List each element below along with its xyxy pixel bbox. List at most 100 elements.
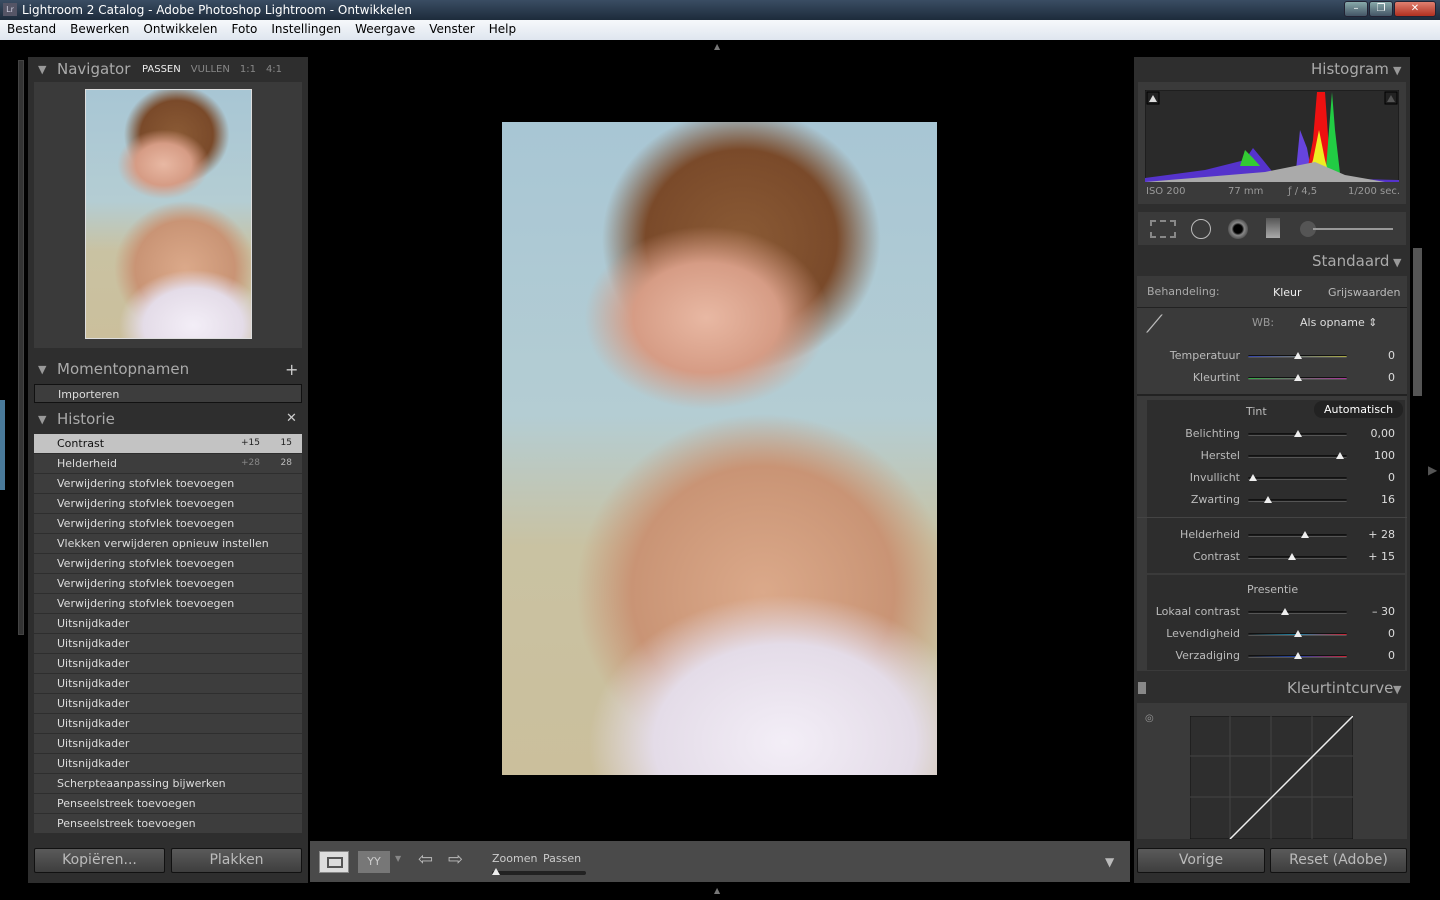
history-item[interactable]: Verwijdering stofvlek toevoegen: [34, 494, 302, 513]
auto-tone-button[interactable]: Automatisch: [1314, 401, 1404, 418]
slider-track[interactable]: [1248, 455, 1347, 458]
slider-thumb[interactable]: [1293, 630, 1302, 637]
right-panel-toggle[interactable]: ▶: [1428, 463, 1437, 477]
clear-history-icon[interactable]: ✕: [286, 411, 297, 426]
slider-thumb[interactable]: [1293, 374, 1302, 381]
history-item[interactable]: Uitsnijdkader: [34, 674, 302, 693]
collapse-icon[interactable]: ▼: [1393, 256, 1401, 269]
before-after-button[interactable]: YY: [358, 851, 390, 873]
menu-bestand[interactable]: Bestand: [7, 22, 56, 36]
graduated-filter-icon[interactable]: [1266, 218, 1280, 238]
collapse-icon[interactable]: ▼: [38, 413, 46, 426]
history-item[interactable]: Uitsnijdkader: [34, 654, 302, 673]
top-panel-toggle[interactable]: ▲: [714, 42, 720, 51]
slider-thumb[interactable]: [1336, 452, 1345, 459]
zoom-mode-4-1[interactable]: 4:1: [266, 64, 282, 75]
eyedropper-icon[interactable]: ⟋: [1146, 310, 1163, 338]
collapse-icon[interactable]: ▼: [38, 63, 46, 76]
slider-track[interactable]: [1248, 611, 1347, 614]
previous-arrow-icon[interactable]: ⇦: [418, 849, 433, 870]
next-arrow-icon[interactable]: ⇨: [448, 849, 463, 870]
slider-thumb[interactable]: [1293, 352, 1302, 359]
copy-button[interactable]: Kopiëren...: [34, 848, 165, 873]
history-item[interactable]: Verwijdering stofvlek toevoegen: [34, 514, 302, 533]
slider-value[interactable]: + 15: [1345, 550, 1395, 563]
menu-weergave[interactable]: Weergave: [355, 22, 415, 36]
slider-value[interactable]: 0: [1345, 349, 1395, 362]
collapse-icon[interactable]: ▼: [38, 363, 46, 376]
zoom-slider[interactable]: [492, 868, 586, 875]
collapse-icon[interactable]: ▼: [1393, 683, 1401, 696]
menu-ontwikkelen[interactable]: Ontwikkelen: [143, 22, 217, 36]
right-scrollbar[interactable]: [1413, 248, 1422, 396]
slider-thumb[interactable]: [1293, 430, 1302, 437]
history-item[interactable]: Penseelstreek toevoegen: [34, 814, 302, 833]
slider-thumb[interactable]: [1263, 496, 1272, 503]
spot-removal-icon[interactable]: [1191, 219, 1211, 239]
slider-value[interactable]: – 30: [1345, 605, 1395, 618]
menu-bewerken[interactable]: Bewerken: [70, 22, 129, 36]
target-adjust-icon[interactable]: ◎: [1145, 713, 1154, 724]
history-item[interactable]: Verwijdering stofvlek toevoegen: [34, 594, 302, 613]
menu-foto[interactable]: Foto: [232, 22, 258, 36]
treatment-grayscale[interactable]: Grijswaarden: [1328, 286, 1400, 299]
navigator-thumbnail[interactable]: [85, 89, 252, 339]
chevron-down-icon[interactable]: ▼: [395, 854, 401, 863]
main-photo[interactable]: [502, 122, 937, 775]
slider-thumb[interactable]: [1301, 531, 1310, 538]
menu-venster[interactable]: Venster: [429, 22, 475, 36]
menu-instellingen[interactable]: Instellingen: [271, 22, 341, 36]
history-item[interactable]: Penseelstreek toevoegen: [34, 794, 302, 813]
slider-thumb[interactable]: [1280, 608, 1289, 615]
history-item[interactable]: Uitsnijdkader: [34, 614, 302, 633]
slider-value[interactable]: 0: [1345, 627, 1395, 640]
treatment-color[interactable]: Kleur: [1273, 286, 1302, 299]
slider-value[interactable]: 0: [1345, 371, 1395, 384]
slider-track[interactable]: [1248, 477, 1347, 480]
history-item[interactable]: Contrast +15 15: [34, 434, 302, 453]
slider-thumb[interactable]: [1287, 553, 1296, 560]
tone-curve-graph[interactable]: [1190, 716, 1353, 839]
slider-value[interactable]: 0: [1345, 649, 1395, 662]
history-item[interactable]: Verwijdering stofvlek toevoegen: [34, 574, 302, 593]
history-item[interactable]: Vlekken verwijderen opnieuw instellen: [34, 534, 302, 553]
slider-value[interactable]: 16: [1345, 493, 1395, 506]
history-item[interactable]: Uitsnijdkader: [34, 734, 302, 753]
history-item[interactable]: Uitsnijdkader: [34, 694, 302, 713]
bottom-panel-toggle[interactable]: ▲: [714, 886, 720, 895]
crop-tool-icon[interactable]: [1150, 220, 1176, 238]
history-item[interactable]: Uitsnijdkader: [34, 634, 302, 653]
history-item[interactable]: Verwijdering stofvlek toevoegen: [34, 554, 302, 573]
slider-track[interactable]: [1248, 556, 1347, 559]
history-item[interactable]: Scherpteaanpassing bijwerken: [34, 774, 302, 793]
menu-help[interactable]: Help: [489, 22, 516, 36]
history-item[interactable]: Verwijdering stofvlek toevoegen: [34, 474, 302, 493]
slider-thumb[interactable]: [1248, 474, 1257, 481]
maximize-button[interactable]: ❐: [1369, 1, 1393, 17]
loupe-view-button[interactable]: [319, 851, 349, 873]
red-eye-icon[interactable]: [1228, 219, 1248, 239]
close-button[interactable]: ✕: [1394, 1, 1436, 17]
zoom-mode-passen[interactable]: PASSEN: [142, 64, 181, 75]
history-item[interactable]: Helderheid +28 28: [34, 454, 302, 473]
slider-value[interactable]: 0,00: [1345, 427, 1396, 440]
toolbar-menu-icon[interactable]: ▼: [1105, 855, 1114, 869]
zoom-mode-vullen[interactable]: VULLEN: [191, 64, 230, 75]
collapse-icon[interactable]: ▼: [1393, 64, 1401, 77]
reset-button[interactable]: Reset (Adobe): [1270, 848, 1407, 873]
wb-select[interactable]: Als opname ⇕: [1300, 316, 1377, 329]
slider-value[interactable]: 0: [1345, 471, 1395, 484]
left-scrollbar[interactable]: [18, 60, 24, 635]
zoom-mode-1-1[interactable]: 1:1: [240, 64, 256, 75]
add-snapshot-icon[interactable]: +: [285, 360, 298, 379]
slider-thumb[interactable]: [1293, 652, 1302, 659]
slider-value[interactable]: 100: [1345, 449, 1395, 462]
minimize-button[interactable]: –: [1344, 1, 1368, 17]
previous-settings-button[interactable]: Vorige: [1137, 848, 1265, 873]
history-item[interactable]: Uitsnijdkader: [34, 754, 302, 773]
tone-curve-toggle[interactable]: [1138, 682, 1146, 694]
history-item[interactable]: Uitsnijdkader: [34, 714, 302, 733]
snapshot-item[interactable]: Importeren: [34, 384, 302, 403]
slider-track[interactable]: [1248, 534, 1347, 537]
left-panel-toggle[interactable]: [0, 400, 5, 490]
